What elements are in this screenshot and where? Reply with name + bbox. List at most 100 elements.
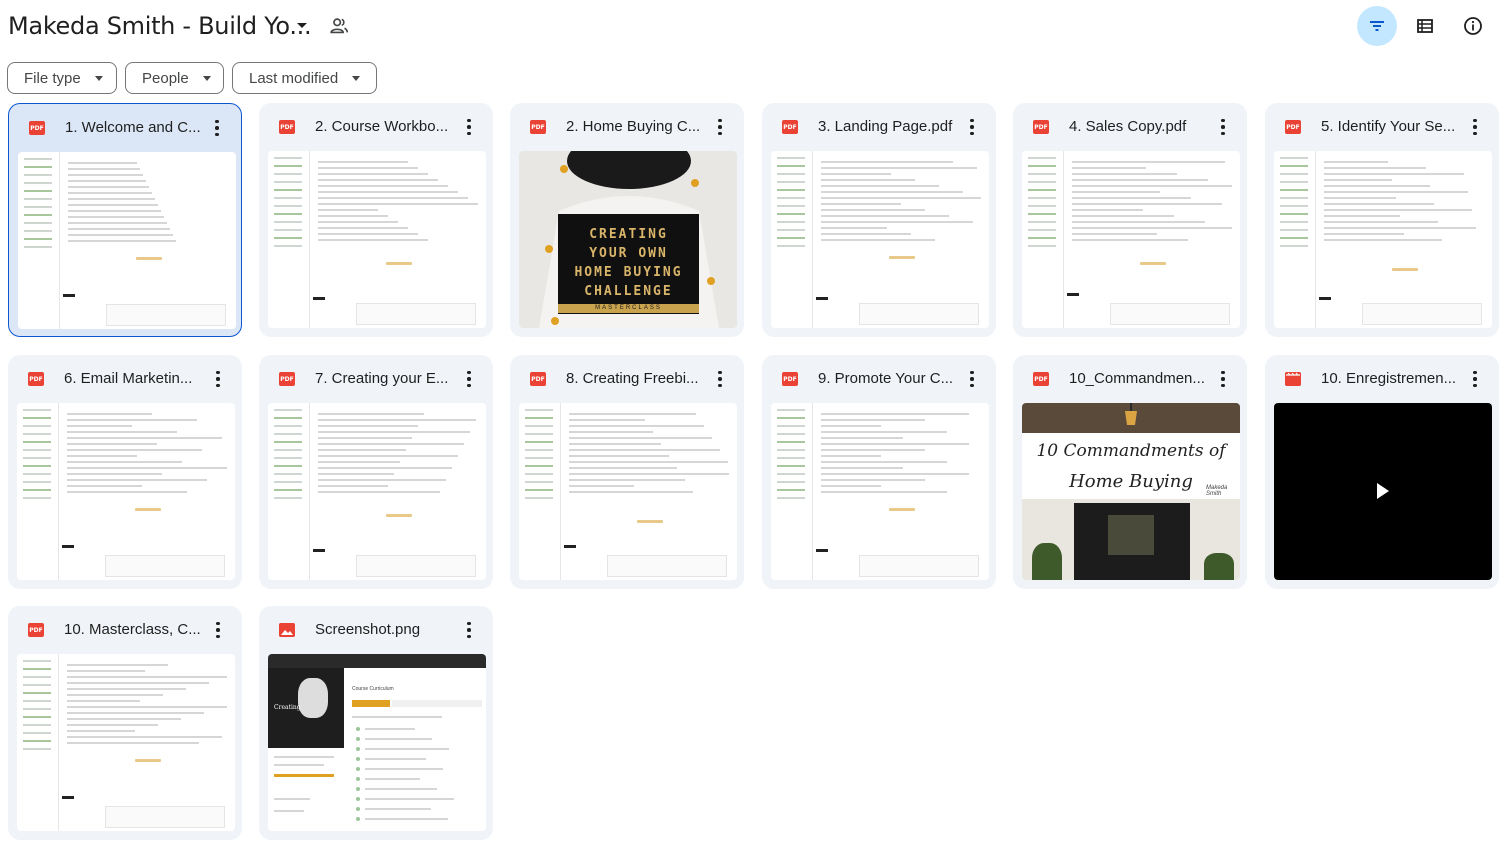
card-header: PDF 10_Commandmen...: [1013, 355, 1247, 403]
list-view-button[interactable]: [1405, 6, 1445, 46]
file-card[interactable]: PDF 7. Creating your E...: [259, 355, 493, 589]
document-thumbnail: [268, 403, 486, 580]
card-header: Screenshot.png: [259, 606, 493, 654]
play-icon: [1377, 483, 1389, 499]
card-header: PDF 2. Course Workbo...: [259, 103, 493, 151]
file-name[interactable]: 10. Enregistremen...: [1321, 370, 1461, 387]
more-options-icon[interactable]: [1213, 117, 1233, 137]
cover-title-line: CREATING: [589, 227, 668, 242]
more-options-icon[interactable]: [208, 620, 228, 640]
more-options-icon[interactable]: [962, 117, 982, 137]
pdf-icon: PDF: [530, 372, 546, 386]
pdf-icon: PDF: [1285, 120, 1301, 134]
file-card[interactable]: PDF 8. Creating Freebi...: [510, 355, 744, 589]
list-view-icon: [1417, 19, 1433, 33]
file-name[interactable]: 1. Welcome and C...: [65, 119, 205, 136]
file-card[interactable]: PDF 5. Identify Your Se...: [1265, 103, 1499, 337]
cover-title-line: CHALLENGE: [584, 284, 673, 299]
pdf-icon: PDF: [1033, 120, 1049, 134]
file-card[interactable]: PDF 6. Email Marketin...: [8, 355, 242, 589]
document-thumbnail: [17, 403, 235, 580]
video-thumbnail[interactable]: [1274, 403, 1492, 580]
card-header: PDF 10. Masterclass, C...: [8, 606, 242, 654]
document-thumbnail: [1274, 151, 1492, 328]
file-card[interactable]: PDF 10. Masterclass, C...: [8, 606, 242, 840]
chip-label: File type: [24, 69, 81, 87]
file-type-filter[interactable]: File type: [7, 62, 117, 94]
file-name[interactable]: 2. Home Buying C...: [566, 118, 706, 135]
file-name[interactable]: 3. Landing Page.pdf: [818, 118, 958, 135]
cover-title-line: HOME BUYING: [574, 265, 683, 280]
file-card[interactable]: 10. Enregistremen...: [1265, 355, 1499, 589]
more-options-icon[interactable]: [1213, 369, 1233, 389]
card-header: PDF 1. Welcome and C...: [9, 104, 241, 152]
file-name[interactable]: 2. Course Workbo...: [315, 118, 455, 135]
file-card[interactable]: PDF 4. Sales Copy.pdf: [1013, 103, 1247, 337]
more-options-icon[interactable]: [207, 118, 227, 138]
file-name[interactable]: 6. Email Marketin...: [64, 370, 204, 387]
pdf-icon: PDF: [279, 120, 295, 134]
file-name[interactable]: 10. Masterclass, C...: [64, 621, 204, 638]
more-options-icon[interactable]: [459, 369, 479, 389]
folder-title[interactable]: Makeda Smith - Build Yo...: [8, 12, 312, 40]
card-header: PDF 4. Sales Copy.pdf: [1013, 103, 1247, 151]
document-thumbnail: [268, 151, 486, 328]
more-options-icon[interactable]: [962, 369, 982, 389]
card-header: PDF 9. Promote Your C...: [762, 355, 996, 403]
card-header: PDF 6. Email Marketin...: [8, 355, 242, 403]
file-card[interactable]: PDF 9. Promote Your C...: [762, 355, 996, 589]
filter-button[interactable]: [1357, 6, 1397, 46]
last-modified-filter[interactable]: Last modified: [232, 62, 377, 94]
document-thumbnail: [18, 152, 236, 329]
filter-icon: [1370, 21, 1384, 31]
card-header: PDF 8. Creating Freebi...: [510, 355, 744, 403]
arrow-drop-down-icon[interactable]: [293, 16, 311, 34]
filter-chips: File type People Last modified: [7, 62, 377, 94]
file-card[interactable]: PDF 10_Commandmen... 10 Commandments of …: [1013, 355, 1247, 589]
card-header: PDF 3. Landing Page.pdf: [762, 103, 996, 151]
file-card[interactable]: Screenshot.png Creating Course Curriculu…: [259, 606, 493, 840]
more-options-icon[interactable]: [710, 117, 730, 137]
pdf-icon: PDF: [782, 120, 798, 134]
card-header: PDF 5. Identify Your Se...: [1265, 103, 1499, 151]
more-options-icon[interactable]: [208, 369, 228, 389]
more-options-icon[interactable]: [710, 369, 730, 389]
people-icon[interactable]: [328, 15, 350, 37]
file-name[interactable]: 5. Identify Your Se...: [1321, 118, 1461, 135]
pdf-icon: PDF: [1033, 372, 1049, 386]
file-name[interactable]: 9. Promote Your C...: [818, 370, 958, 387]
cover-title-line: YOUR OWN: [589, 246, 668, 261]
screenshot-thumbnail: Creating Course Curriculum: [268, 654, 486, 831]
more-options-icon[interactable]: [459, 117, 479, 137]
signature-logo: Makeda Smith: [1206, 485, 1228, 497]
image-file-icon: [279, 623, 295, 637]
pdf-icon: PDF: [28, 623, 44, 637]
chevron-down-icon: [94, 75, 103, 81]
people-filter[interactable]: People: [125, 62, 224, 94]
file-name[interactable]: 8. Creating Freebi...: [566, 370, 706, 387]
screenshot-heading: Course Curriculum: [352, 686, 394, 692]
pdf-icon: PDF: [29, 121, 45, 135]
file-name[interactable]: Screenshot.png: [315, 621, 455, 638]
info-icon: [1464, 17, 1482, 35]
file-card[interactable]: PDF 2. Home Buying C... CREATING YOUR OWN…: [510, 103, 744, 337]
file-card[interactable]: PDF 2. Course Workbo...: [259, 103, 493, 337]
file-name[interactable]: 4. Sales Copy.pdf: [1069, 118, 1209, 135]
more-options-icon[interactable]: [459, 620, 479, 640]
card-header: PDF 2. Home Buying C...: [510, 103, 744, 151]
file-card[interactable]: PDF 1. Welcome and C...: [8, 103, 242, 337]
file-card[interactable]: PDF 3. Landing Page.pdf: [762, 103, 996, 337]
card-header: PDF 7. Creating your E...: [259, 355, 493, 403]
more-options-icon[interactable]: [1465, 369, 1485, 389]
chip-label: Last modified: [249, 69, 339, 87]
more-options-icon[interactable]: [1465, 117, 1485, 137]
document-thumbnail: [771, 151, 989, 328]
info-button[interactable]: [1453, 6, 1493, 46]
document-thumbnail: [519, 403, 737, 580]
pdf-icon: PDF: [530, 120, 546, 134]
document-thumbnail: [771, 403, 989, 580]
document-thumbnail: [17, 654, 235, 831]
file-name[interactable]: 7. Creating your E...: [315, 370, 455, 387]
file-name[interactable]: 10_Commandmen...: [1069, 370, 1209, 387]
chip-label: People: [142, 69, 189, 87]
